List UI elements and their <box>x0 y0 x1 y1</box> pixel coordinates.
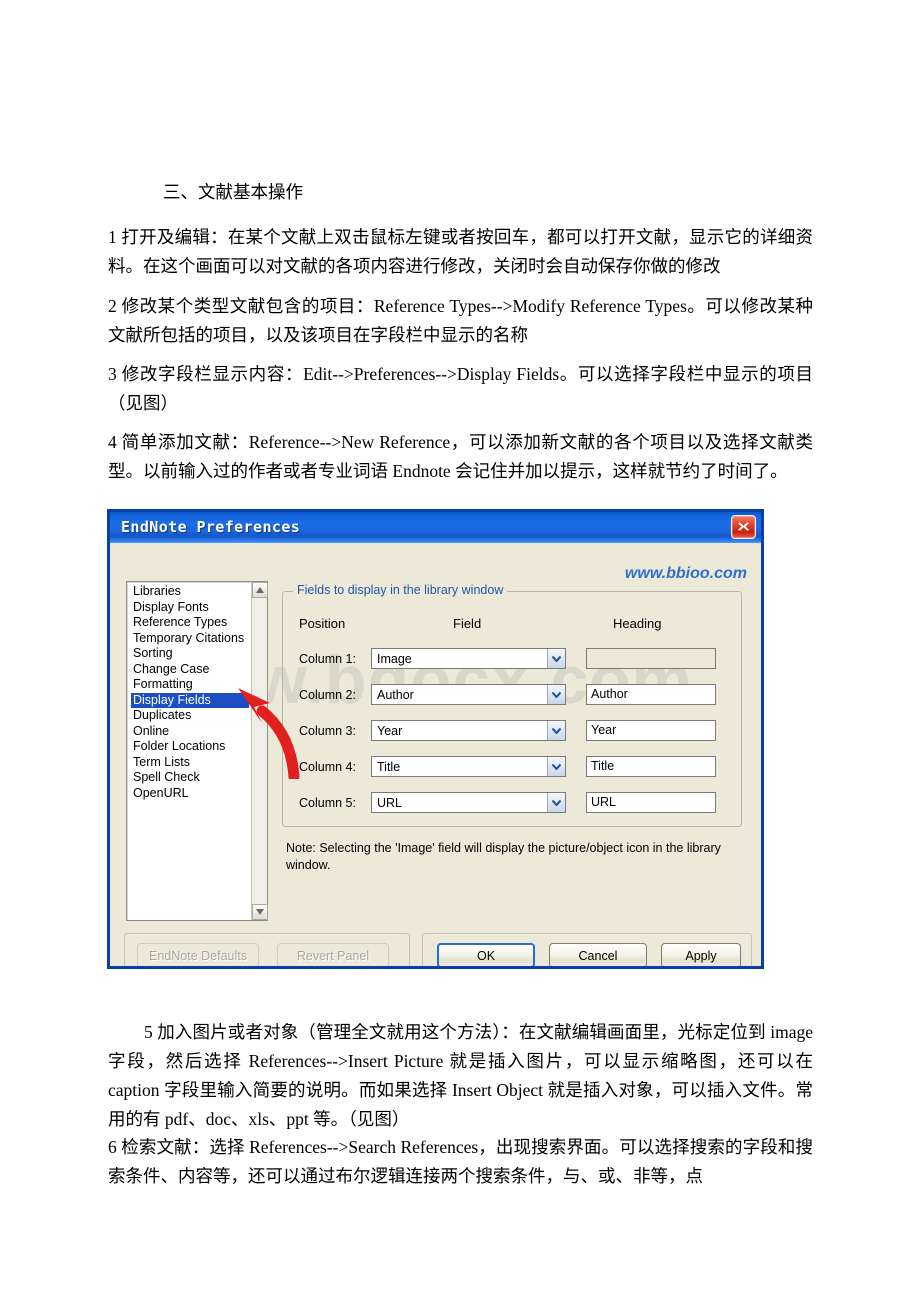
field-select-column-2[interactable]: Author <box>371 684 566 705</box>
field-select-value-column-4: Title <box>377 759 401 774</box>
revert-panel-button[interactable]: Revert Panel <box>277 943 389 966</box>
fields-groupbox: Fields to display in the library window … <box>282 583 742 827</box>
chevron-down-icon <box>547 721 565 740</box>
panel-item-sorting[interactable]: Sorting <box>131 646 251 662</box>
panel-item-term-lists[interactable]: Term Lists <box>131 755 251 771</box>
endnote-defaults-button[interactable]: EndNote Defaults <box>137 943 259 966</box>
panel-item-duplicates[interactable]: Duplicates <box>131 708 251 724</box>
panel-item-display-fonts[interactable]: Display Fonts <box>131 600 251 616</box>
preferences-panel-list[interactable]: Libraries Display Fonts Reference Types … <box>126 581 268 921</box>
field-select-value-column-1: Image <box>377 651 412 666</box>
field-row-5: Column 5: URL URL <box>299 792 729 814</box>
paragraph-3: 3 修改字段栏显示内容：Edit-->Preferences-->Display… <box>108 364 813 413</box>
field-select-column-1[interactable]: Image <box>371 648 566 669</box>
field-select-column-5[interactable]: URL <box>371 792 566 813</box>
panel-item-display-fields[interactable]: Display Fields <box>131 692 249 708</box>
fields-groupbox-legend: Fields to display in the library window <box>293 583 508 597</box>
heading-input-column-5[interactable]: URL <box>586 792 716 813</box>
column-header-heading: Heading <box>613 616 662 631</box>
chevron-down-icon <box>547 685 565 704</box>
dialog-body: www.bdocx.com www.bbioo.com Libraries Di… <box>110 543 761 966</box>
paragraph-2: 2 修改某个类型文献包含的项目：Reference Types-->Modify… <box>108 296 813 345</box>
heading-input-column-3[interactable]: Year <box>586 720 716 741</box>
panel-list-items: Libraries Display Fonts Reference Types … <box>127 582 251 801</box>
field-row-1: Column 1: Image <box>299 648 729 670</box>
apply-button[interactable]: Apply <box>661 943 741 966</box>
panel-list-scrollbar[interactable] <box>251 582 268 920</box>
field-select-value-column-5: URL <box>377 795 403 810</box>
endnote-preferences-dialog: EndNote Preferences www.bdocx.com www.bb… <box>107 509 764 969</box>
image-field-note: Note: Selecting the 'Image' field will d… <box>286 841 721 872</box>
section-heading: 三、文献基本操作 <box>163 182 303 202</box>
row-label-column-1: Column 1: <box>299 652 356 666</box>
field-select-value-column-2: Author <box>377 687 414 702</box>
field-row-4: Column 4: Title Title <box>299 756 729 778</box>
paragraph-6: 6 检索文献：选择 References-->Search References… <box>108 1137 813 1186</box>
heading-input-column-4[interactable]: Title <box>586 756 716 777</box>
field-row-3: Column 3: Year Year <box>299 720 729 742</box>
dialog-titlebar[interactable]: EndNote Preferences <box>110 509 761 543</box>
panel-item-temporary-citations[interactable]: Temporary Citations <box>131 631 251 647</box>
panel-item-reference-types[interactable]: Reference Types <box>131 615 251 631</box>
panel-item-openurl[interactable]: OpenURL <box>131 786 251 802</box>
panel-item-formatting[interactable]: Formatting <box>131 677 251 693</box>
row-label-column-4: Column 4: <box>299 760 356 774</box>
chevron-down-icon <box>547 757 565 776</box>
panel-item-change-case[interactable]: Change Case <box>131 662 251 678</box>
dialog-actions-bar: OK Cancel Apply <box>422 933 752 966</box>
paragraph-1: 1 打开及编辑：在某个文献上双击鼠标左键或者按回车，都可以打开文献，显示它的详细… <box>108 227 813 276</box>
scroll-up-icon[interactable] <box>252 582 268 598</box>
paragraph-4: 4 简单添加文献：Reference-->New Reference，可以添加新… <box>108 432 813 481</box>
row-label-column-5: Column 5: <box>299 796 356 810</box>
chevron-down-icon <box>547 793 565 812</box>
field-select-value-column-3: Year <box>377 723 403 738</box>
chevron-down-icon <box>547 649 565 668</box>
row-label-column-2: Column 2: <box>299 688 356 702</box>
column-header-position: Position <box>299 616 346 631</box>
row-label-column-3: Column 3: <box>299 724 356 738</box>
watermark-bbioo: www.bbioo.com <box>624 565 747 582</box>
column-header-field: Field <box>453 616 482 631</box>
field-select-column-3[interactable]: Year <box>371 720 566 741</box>
heading-input-column-2[interactable]: Author <box>586 684 716 705</box>
heading-input-column-1[interactable] <box>586 648 716 669</box>
close-icon[interactable] <box>731 515 756 539</box>
panel-item-libraries[interactable]: Libraries <box>131 584 251 600</box>
panel-item-folder-locations[interactable]: Folder Locations <box>131 739 251 755</box>
cancel-button[interactable]: Cancel <box>549 943 647 966</box>
dialog-title: EndNote Preferences <box>121 518 301 536</box>
panel-actions-bar: EndNote Defaults Revert Panel <box>124 933 410 966</box>
panel-item-online[interactable]: Online <box>131 724 251 740</box>
ok-button[interactable]: OK <box>437 943 535 966</box>
panel-item-spell-check[interactable]: Spell Check <box>131 770 251 786</box>
scroll-down-icon[interactable] <box>252 904 268 920</box>
field-select-column-4[interactable]: Title <box>371 756 566 777</box>
paragraph-5: 5 加入图片或者对象（管理全文就用这个方法）：在文献编辑画面里，光标定位到 im… <box>108 1022 813 1129</box>
field-row-2: Column 2: Author Author <box>299 684 729 706</box>
